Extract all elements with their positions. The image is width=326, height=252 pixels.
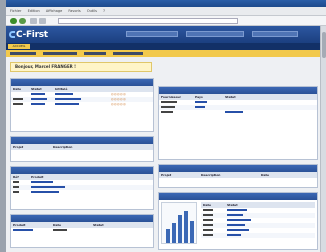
browser-toolbar [6, 16, 326, 26]
list-item[interactable] [159, 110, 317, 115]
col-description: Description [201, 173, 221, 177]
tab-2[interactable] [32, 44, 54, 49]
rating-icons[interactable]: ◎◎◎◎◎ [109, 102, 149, 107]
app-logo[interactable]: C-First [16, 30, 48, 40]
header-field-2[interactable] [186, 31, 244, 37]
col-date: Date [261, 173, 269, 177]
browser-menubar: Fichier Edition Affichage Favoris Outils… [6, 7, 326, 16]
tab-3[interactable] [56, 44, 78, 49]
welcome-message: Bonjour, Marcel FRANGER ! [10, 62, 152, 72]
panel-right-1: Fournisseur Pays Statut [158, 86, 318, 160]
table-row[interactable]: ◎◎◎◎◎ [11, 102, 153, 107]
panel-right-3: Date Statut [158, 192, 318, 250]
panel-left-3: Réf Produit [10, 166, 154, 210]
panel-left-4-header [11, 215, 153, 222]
panel-left-3-header [11, 167, 153, 174]
back-icon[interactable] [10, 18, 17, 24]
sub-navigation [6, 50, 326, 57]
subnav-link-2[interactable] [42, 51, 77, 55]
bar-chart-icon [166, 211, 194, 243]
panel-right-2: Projet Description Date [158, 164, 318, 188]
panel-left-2: Projet Description [10, 136, 154, 162]
address-field[interactable] [58, 18, 238, 24]
panel-left-1-header [11, 79, 153, 86]
browser-window: Fichier Edition Affichage Favoris Outils… [0, 0, 326, 252]
col-projet: Projet [13, 145, 24, 149]
col-statut: Statut [93, 223, 104, 227]
refresh-icon[interactable] [39, 18, 46, 24]
scrollbar-thumb[interactable] [322, 32, 326, 58]
tab-10[interactable] [234, 44, 258, 49]
header-field-1[interactable] [126, 31, 178, 37]
list-item[interactable] [11, 228, 153, 233]
subnav-link-4[interactable] [112, 51, 143, 55]
mini-chart [161, 202, 197, 244]
panel-left-2-header [11, 137, 153, 144]
list-item[interactable] [201, 233, 315, 238]
menu-tools[interactable]: Outils [87, 9, 97, 13]
tab-9[interactable] [208, 44, 232, 49]
menu-edit[interactable]: Edition [28, 9, 40, 13]
menu-view[interactable]: Affichage [46, 9, 62, 13]
menu-help[interactable]: ? [103, 9, 105, 13]
col-projet: Projet [161, 173, 172, 177]
tab-7[interactable] [156, 44, 180, 49]
menu-favorites[interactable]: Favoris [68, 9, 80, 13]
subnav-link-1[interactable] [10, 51, 36, 55]
panel-left-1: Date Statut Intitulé ◎◎◎◎◎ ◎◎◎◎◎ ◎◎◎◎◎ [10, 78, 154, 132]
col-description: Description [53, 145, 73, 149]
header-field-3[interactable] [252, 31, 298, 37]
tab-6[interactable] [130, 44, 154, 49]
panel-left-4: Produit Date Statut [10, 214, 154, 248]
tab-8[interactable] [182, 44, 206, 49]
menu-file[interactable]: Fichier [10, 9, 21, 13]
panel-right-1-header [159, 87, 317, 94]
subnav-link-3[interactable] [83, 51, 106, 55]
logo-icon [9, 31, 15, 38]
tab-5[interactable] [104, 44, 128, 49]
panel-right-3-header [159, 193, 317, 200]
panel-right-2-table-header: Projet Description Date [159, 172, 317, 178]
forward-icon[interactable] [19, 18, 26, 24]
list-item[interactable] [11, 190, 153, 195]
window-titlebar [6, 0, 326, 7]
panel-right-2-header [159, 165, 317, 172]
stop-icon[interactable] [30, 18, 37, 24]
app-header: C-First [6, 26, 326, 43]
main-tabs: ACCUEIL [6, 43, 326, 50]
tab-4[interactable] [80, 44, 102, 49]
panel-left-2-table-header: Projet Description [11, 144, 153, 150]
page-scrollbar[interactable] [320, 26, 326, 252]
tab-accueil[interactable]: ACCUEIL [8, 44, 30, 49]
